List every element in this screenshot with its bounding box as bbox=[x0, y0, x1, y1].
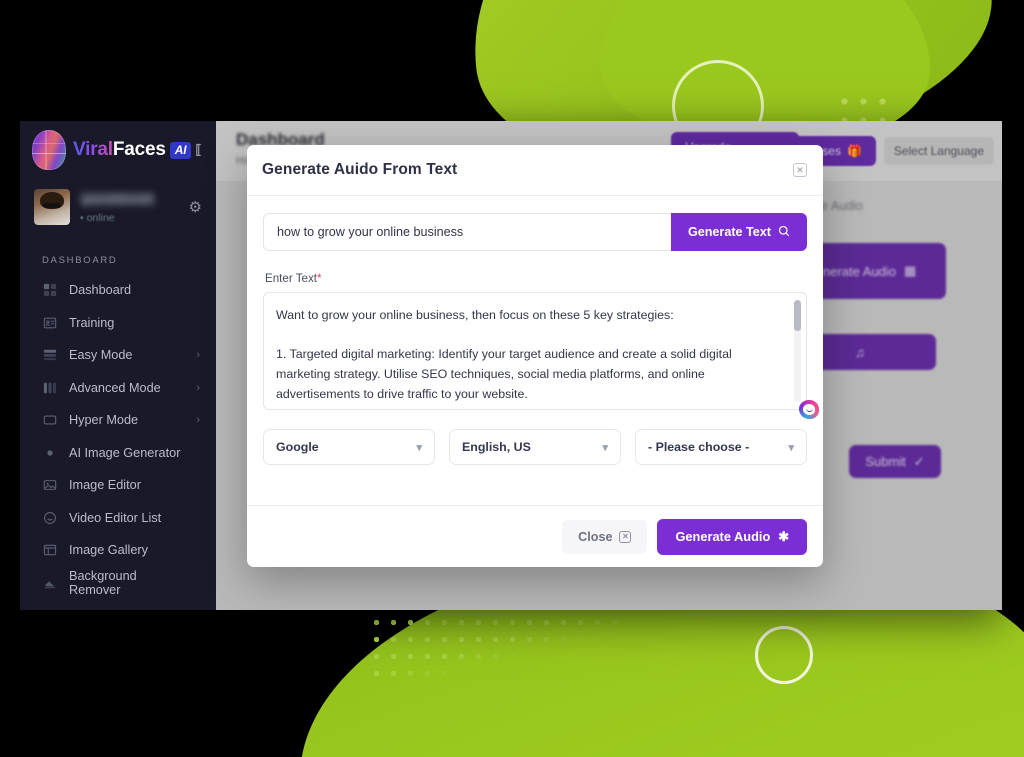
generate-audio-label: Generate Audio bbox=[675, 529, 771, 544]
sparkle-icon bbox=[42, 445, 57, 460]
check-icon: ✓ bbox=[913, 453, 925, 469]
enter-text-wrapper: Want to grow your online business, then … bbox=[263, 292, 807, 410]
close-button[interactable]: Close ✕ bbox=[562, 519, 648, 554]
sidebar-item-easy-mode[interactable]: Easy Mode › bbox=[20, 339, 216, 372]
textarea-paragraph: 1. Targeted digital marketing: Identify … bbox=[276, 347, 732, 401]
user-status: • online bbox=[80, 212, 115, 224]
user-profile[interactable]: gaurabborah • online ⚙ bbox=[20, 179, 216, 229]
smiley-icon bbox=[42, 510, 57, 525]
sidebar-item-advanced-mode[interactable]: Advanced Mode › bbox=[20, 372, 216, 405]
sidebar-item-training[interactable]: Training bbox=[20, 307, 216, 340]
voice-select-value: - Please choose - bbox=[648, 440, 750, 454]
sidebar-item-label: Image Editor bbox=[69, 478, 141, 493]
grid-icon bbox=[42, 283, 57, 298]
topic-search-row: Generate Text bbox=[263, 213, 807, 251]
provider-select[interactable]: Google ▾ bbox=[263, 429, 435, 465]
asterisk-icon: ✱ bbox=[778, 528, 789, 544]
viralfaces-face-icon bbox=[32, 130, 66, 170]
image-icon bbox=[42, 478, 57, 493]
brand-ai-badge: AI bbox=[169, 141, 192, 159]
sidebar-item-label: Dashboard bbox=[69, 283, 132, 298]
user-meta: gaurabborah • online bbox=[80, 190, 179, 224]
voice-select[interactable]: - Please choose - ▾ bbox=[635, 429, 807, 465]
required-marker: * bbox=[316, 272, 322, 285]
select-language-label: Select Language bbox=[893, 144, 984, 158]
chevron-left-square-icon[interactable]: ⟦ bbox=[195, 142, 201, 158]
textarea-scrollbar[interactable] bbox=[794, 300, 801, 402]
generate-audio-button[interactable]: Generate Audio ✱ bbox=[657, 518, 807, 555]
gallery-icon bbox=[42, 543, 57, 558]
chevron-right-icon: › bbox=[196, 381, 200, 394]
sidebar-item-label: AI Image Generator bbox=[69, 445, 181, 460]
topic-search-input[interactable] bbox=[263, 213, 671, 251]
id-card-icon bbox=[42, 315, 57, 330]
username: gaurabborah bbox=[80, 192, 155, 206]
gift-icon: 🎁 bbox=[846, 144, 862, 158]
sidebar: Viral Faces AI ⟦ gaurabborah • online ⚙ D… bbox=[20, 121, 216, 610]
sidebar-item-ai-image-generator[interactable]: AI Image Generator bbox=[20, 437, 216, 470]
music-note-icon: ♫ bbox=[855, 344, 865, 360]
sidebar-item-label: Hyper Mode bbox=[69, 413, 139, 428]
avatar bbox=[34, 189, 70, 225]
chevron-down-icon: ▾ bbox=[788, 441, 794, 454]
chat-bubble-icon[interactable] bbox=[799, 400, 819, 419]
decorative-ring-bottom bbox=[755, 626, 813, 684]
generate-audio-modal: Generate Auido From Text ✕ Generate Text… bbox=[247, 145, 823, 567]
columns-icon bbox=[42, 380, 57, 395]
enter-text-label: Enter Text* bbox=[265, 272, 807, 285]
eraser-icon bbox=[42, 575, 57, 590]
sidebar-item-label: Training bbox=[69, 315, 115, 330]
language-select[interactable]: English, US ▾ bbox=[449, 429, 621, 465]
enter-text-label-text: Enter Text bbox=[265, 272, 317, 285]
sidebar-section-label: DASHBOARD bbox=[42, 255, 118, 266]
submit-button-label: Submit bbox=[865, 454, 906, 469]
waveform-icon: ▦ bbox=[904, 263, 917, 278]
sidebar-item-label: Background Remover bbox=[69, 568, 137, 597]
search-icon bbox=[778, 225, 790, 240]
close-square-icon: ✕ bbox=[619, 530, 632, 543]
chevron-down-icon: ▾ bbox=[602, 441, 608, 454]
sidebar-item-video-editor-list[interactable]: Video Editor List bbox=[20, 502, 216, 535]
sidebar-item-label: Image Gallery bbox=[69, 543, 148, 558]
sidebar-item-image-gallery[interactable]: Image Gallery bbox=[20, 534, 216, 567]
window-icon bbox=[42, 413, 57, 428]
enter-text-textarea[interactable]: Want to grow your online business, then … bbox=[263, 292, 807, 410]
submit-button[interactable]: Submit ✓ bbox=[849, 445, 941, 478]
close-square-icon[interactable]: ✕ bbox=[793, 163, 807, 177]
brand-wordmark: Viral Faces AI ⟦ bbox=[73, 139, 202, 161]
sidebar-item-image-editor[interactable]: Image Editor bbox=[20, 469, 216, 502]
modal-header: Generate Auido From Text ✕ bbox=[247, 145, 823, 196]
screenshot-canvas: Viral Faces AI ⟦ gaurabborah • online ⚙ D… bbox=[0, 0, 1024, 757]
modal-title: Generate Auido From Text bbox=[262, 161, 458, 178]
sidebar-item-hyper-mode[interactable]: Hyper Mode › bbox=[20, 404, 216, 437]
sidebar-item-label: Advanced Mode bbox=[69, 380, 161, 395]
provider-select-value: Google bbox=[276, 440, 319, 454]
sidebar-item-label: Easy Mode bbox=[69, 348, 133, 363]
brand-name-part1: Viral bbox=[73, 139, 113, 160]
select-language-button[interactable]: Select Language bbox=[883, 137, 994, 165]
sidebar-item-dashboard[interactable]: Dashboard bbox=[20, 274, 216, 307]
gear-icon[interactable]: ⚙ bbox=[189, 198, 202, 216]
chevron-right-icon: › bbox=[196, 414, 200, 427]
options-row: Google ▾ English, US ▾ - Please choose -… bbox=[263, 429, 807, 465]
language-select-value: English, US bbox=[462, 440, 531, 454]
brand-logo[interactable]: Viral Faces AI ⟦ bbox=[20, 121, 216, 179]
layout-rows-icon bbox=[42, 348, 57, 363]
modal-body: Generate Text Enter Text* Want to grow y… bbox=[247, 196, 823, 505]
decorative-dots-bottom bbox=[368, 614, 618, 684]
close-button-label: Close bbox=[578, 529, 613, 544]
generate-text-label: Generate Text bbox=[687, 225, 771, 239]
generate-text-button[interactable]: Generate Text bbox=[670, 213, 807, 251]
sidebar-item-label: Video Editor List bbox=[69, 510, 162, 525]
textarea-paragraph: Want to grow your online business, then … bbox=[276, 308, 674, 322]
chevron-down-icon: ▾ bbox=[416, 441, 422, 454]
modal-footer: Close ✕ Generate Audio ✱ bbox=[247, 505, 823, 567]
sidebar-item-background-remover[interactable]: Background Remover bbox=[20, 567, 216, 600]
chevron-right-icon: › bbox=[196, 349, 200, 362]
scrollbar-thumb[interactable] bbox=[794, 300, 801, 331]
brand-name-part2: Faces bbox=[112, 139, 166, 160]
